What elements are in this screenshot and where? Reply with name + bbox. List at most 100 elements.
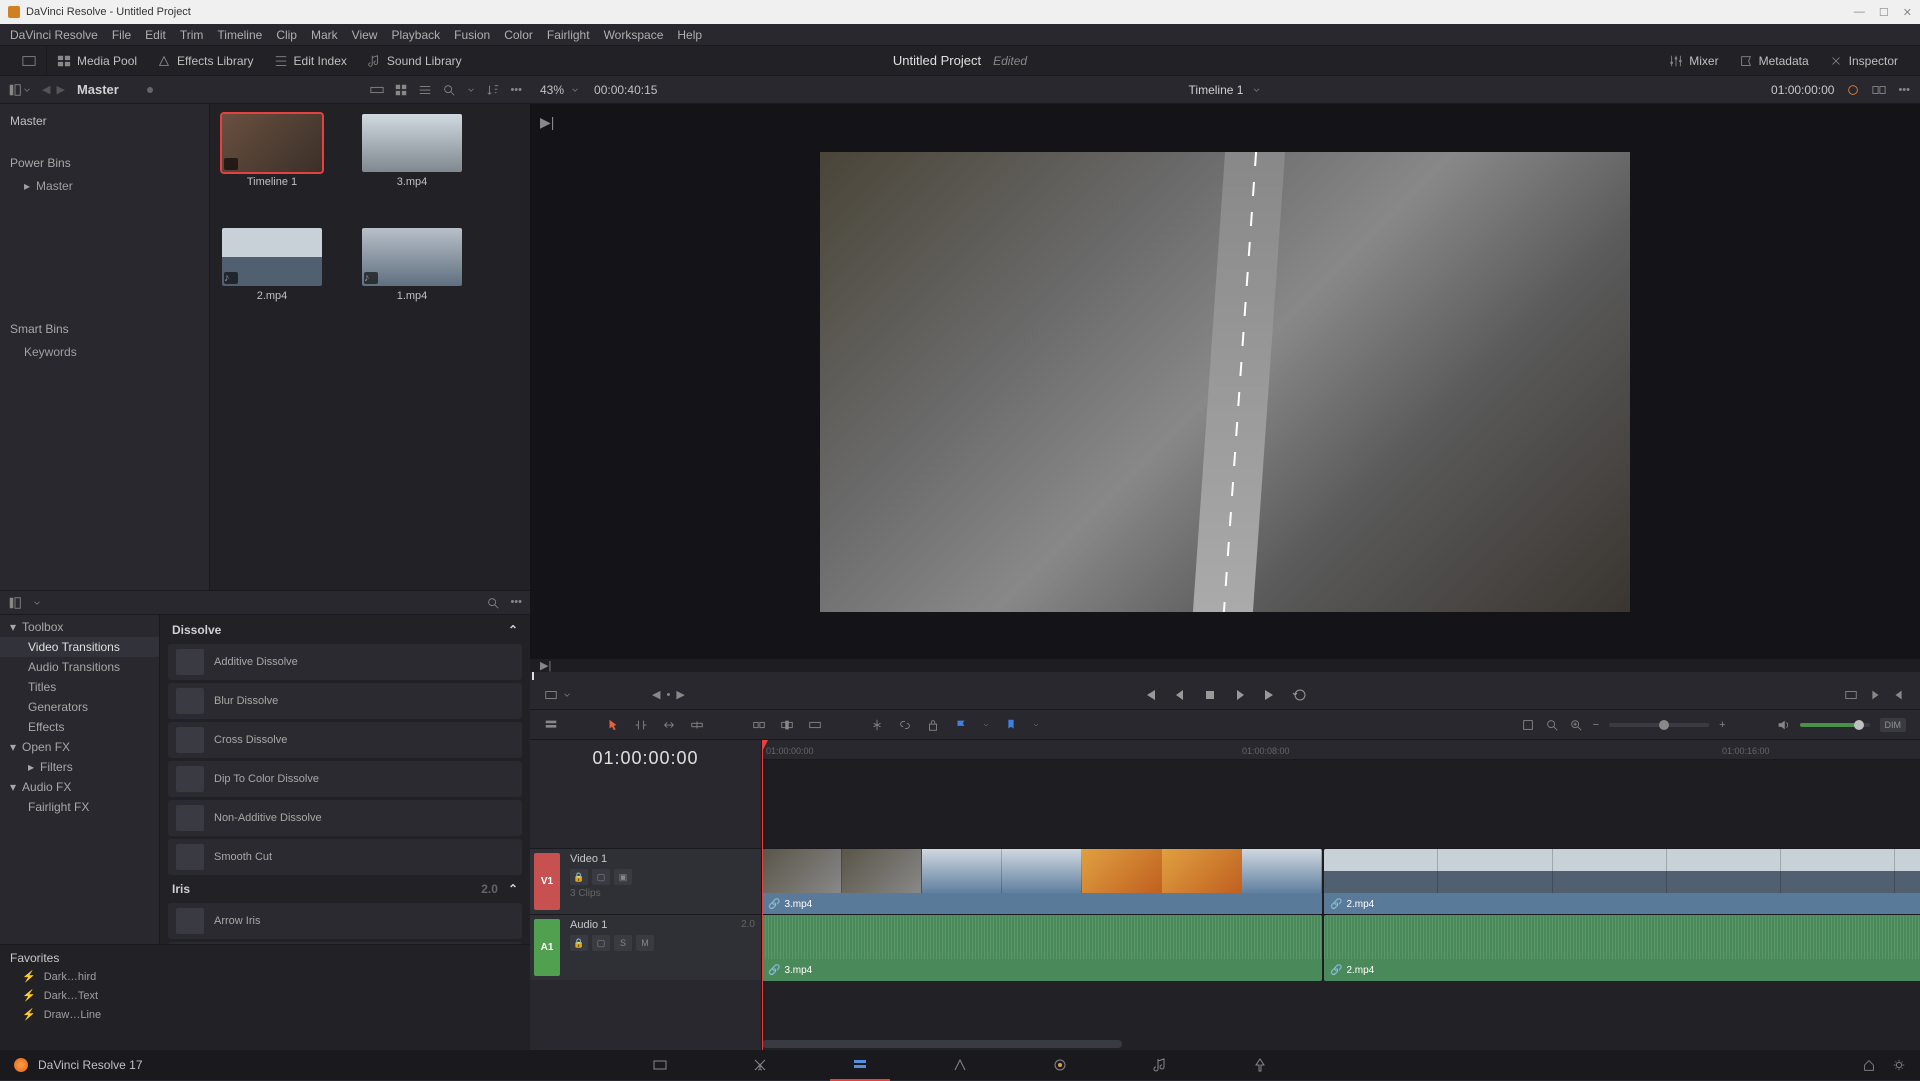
tree-fairlightfx[interactable]: Fairlight FX <box>0 797 159 817</box>
clip-a-2mp4[interactable]: 🔗2.mp4 <box>1324 915 1920 981</box>
panel-layout-icon[interactable] <box>8 596 22 610</box>
timeline-view-icon[interactable] <box>544 718 558 732</box>
page-fairlight[interactable] <box>1150 1055 1170 1075</box>
prev-edit-icon[interactable]: ◀ <box>652 688 660 701</box>
bin-master[interactable]: Master <box>0 110 209 132</box>
metadata-toggle[interactable]: Metadata <box>1729 50 1819 72</box>
fav-item-2[interactable]: ⚡Draw…Line <box>8 1005 522 1024</box>
chevron-down-icon[interactable] <box>32 596 42 610</box>
clip-1mp4[interactable]: ♪ 1.mp4 <box>362 228 462 302</box>
view-thumb-icon[interactable] <box>394 83 408 97</box>
viewer[interactable]: ▶| <box>530 104 1920 659</box>
dual-viewer-icon[interactable] <box>1872 83 1886 97</box>
step-back-button[interactable] <box>1172 687 1188 703</box>
chevron-down-icon[interactable] <box>982 718 990 732</box>
chevron-down-icon[interactable] <box>570 83 580 97</box>
menu-file[interactable]: File <box>112 28 131 42</box>
clip-3mp4[interactable]: 3.mp4 <box>362 114 462 188</box>
more-menu[interactable]: ••• <box>510 596 522 610</box>
expand-icon[interactable]: ▶| <box>540 114 554 131</box>
tree-toolbox[interactable]: ▾Toolbox <box>0 617 159 637</box>
menu-color[interactable]: Color <box>504 28 533 42</box>
fav-item-0[interactable]: ⚡Dark…hird <box>8 967 522 986</box>
insert-clip-icon[interactable] <box>752 718 766 732</box>
play-button[interactable] <box>1232 687 1248 703</box>
maximize-button[interactable]: ☐ <box>1879 6 1889 19</box>
tree-audio-transitions[interactable]: Audio Transitions <box>0 657 159 677</box>
search-icon[interactable] <box>486 596 500 610</box>
zoom-slider[interactable] <box>1609 723 1709 727</box>
bin-power-master[interactable]: ▸Master <box>0 176 209 196</box>
tree-openfx[interactable]: ▾Open FX <box>0 737 159 757</box>
chevron-down-icon[interactable] <box>22 83 32 97</box>
zoom-out-button[interactable]: − <box>1593 719 1599 731</box>
more-menu[interactable]: ••• <box>1898 84 1910 96</box>
solo-button[interactable]: S <box>614 935 632 951</box>
video-track-1[interactable]: 🔗3.mp4 🔗2.mp4 <box>762 848 1920 914</box>
audio-track-1[interactable]: 🔗3.mp4 🔗2.mp4 <box>762 914 1920 980</box>
fullscreen-button[interactable] <box>12 50 46 72</box>
go-start-button[interactable] <box>1142 687 1158 703</box>
menu-clip[interactable]: Clip <box>276 28 297 42</box>
effect-blur-dissolve[interactable]: Blur Dissolve <box>168 683 522 719</box>
page-color[interactable] <box>1050 1055 1070 1075</box>
effect-smooth-cut[interactable]: Smooth Cut <box>168 839 522 875</box>
page-deliver[interactable] <box>1250 1055 1270 1075</box>
gear-icon[interactable] <box>1892 1058 1906 1072</box>
clip-a-3mp4[interactable]: 🔗3.mp4 <box>762 915 1322 981</box>
track-head-a1[interactable]: A1 Audio 12.0 🔒 ▢ S M <box>530 914 761 980</box>
timeline-ruler[interactable]: 01:00:00:00 01:00:08:00 01:00:16:00 <box>762 740 1920 760</box>
page-cut[interactable] <box>750 1055 770 1075</box>
menu-workspace[interactable]: Workspace <box>604 28 664 42</box>
menu-mark[interactable]: Mark <box>311 28 338 42</box>
zoom-detail-icon[interactable] <box>1545 718 1559 732</box>
disable-track-button[interactable]: ▣ <box>614 869 632 885</box>
timeline-tracks[interactable]: 01:00:00:00 01:00:08:00 01:00:16:00 🔗3.m… <box>762 740 1920 1050</box>
chevron-down-icon[interactable] <box>1032 718 1040 732</box>
search-icon[interactable] <box>442 83 456 97</box>
overwrite-clip-icon[interactable] <box>780 718 794 732</box>
effect-non-additive[interactable]: Non-Additive Dissolve <box>168 800 522 836</box>
bin-list-icon[interactable] <box>8 83 22 97</box>
tree-audiofx[interactable]: ▾Audio FX <box>0 777 159 797</box>
effect-arrow-iris[interactable]: Arrow Iris <box>168 903 522 939</box>
media-pool-toggle[interactable]: Media Pool <box>47 50 147 72</box>
inspector-toggle[interactable]: Inspector <box>1819 50 1908 72</box>
clip-2mp4[interactable]: ♪ 2.mp4 <box>222 228 322 302</box>
bin-smart-bins[interactable]: Smart Bins <box>0 316 209 342</box>
sort-icon[interactable] <box>486 83 500 97</box>
next-edit-icon[interactable]: ▶ <box>676 688 684 701</box>
menu-davinci[interactable]: DaVinci Resolve <box>10 28 98 42</box>
effect-cross-dissolve[interactable]: Cross Dissolve <box>168 722 522 758</box>
zoom-in-button[interactable]: + <box>1719 719 1725 731</box>
effect-additive-dissolve[interactable]: Additive Dissolve <box>168 644 522 680</box>
chevron-down-icon[interactable] <box>1251 83 1261 97</box>
dim-button[interactable]: DIM <box>1880 718 1907 732</box>
more-menu[interactable]: ••• <box>510 84 522 96</box>
close-button[interactable]: ✕ <box>1903 6 1912 19</box>
lock-icon[interactable] <box>926 718 940 732</box>
razor-icon[interactable] <box>870 718 884 732</box>
auto-select-button[interactable]: ▢ <box>592 935 610 951</box>
scrub-bar[interactable] <box>530 672 1920 680</box>
edit-index-toggle[interactable]: Edit Index <box>264 50 357 72</box>
menu-view[interactable]: View <box>352 28 378 42</box>
page-edit[interactable] <box>850 1055 870 1075</box>
replace-clip-icon[interactable] <box>808 718 822 732</box>
page-fusion[interactable] <box>950 1055 970 1075</box>
viewer-timeline-name[interactable]: Timeline 1 <box>1189 83 1244 97</box>
stop-button[interactable] <box>1202 687 1218 703</box>
tree-video-transitions[interactable]: Video Transitions <box>0 637 159 657</box>
selection-tool[interactable] <box>606 718 620 732</box>
blade-tool[interactable] <box>690 718 704 732</box>
horizontal-scrollbar[interactable] <box>762 1040 1122 1048</box>
chevron-down-icon[interactable] <box>562 688 572 702</box>
go-end-button[interactable] <box>1262 687 1278 703</box>
effects-library-toggle[interactable]: Effects Library <box>147 50 263 72</box>
page-media[interactable] <box>650 1055 670 1075</box>
menu-playback[interactable]: Playback <box>391 28 440 42</box>
a1-tag[interactable]: A1 <box>534 919 560 976</box>
trim-tool[interactable] <box>634 718 648 732</box>
bin-keywords[interactable]: Keywords <box>0 342 209 362</box>
menu-trim[interactable]: Trim <box>180 28 204 42</box>
